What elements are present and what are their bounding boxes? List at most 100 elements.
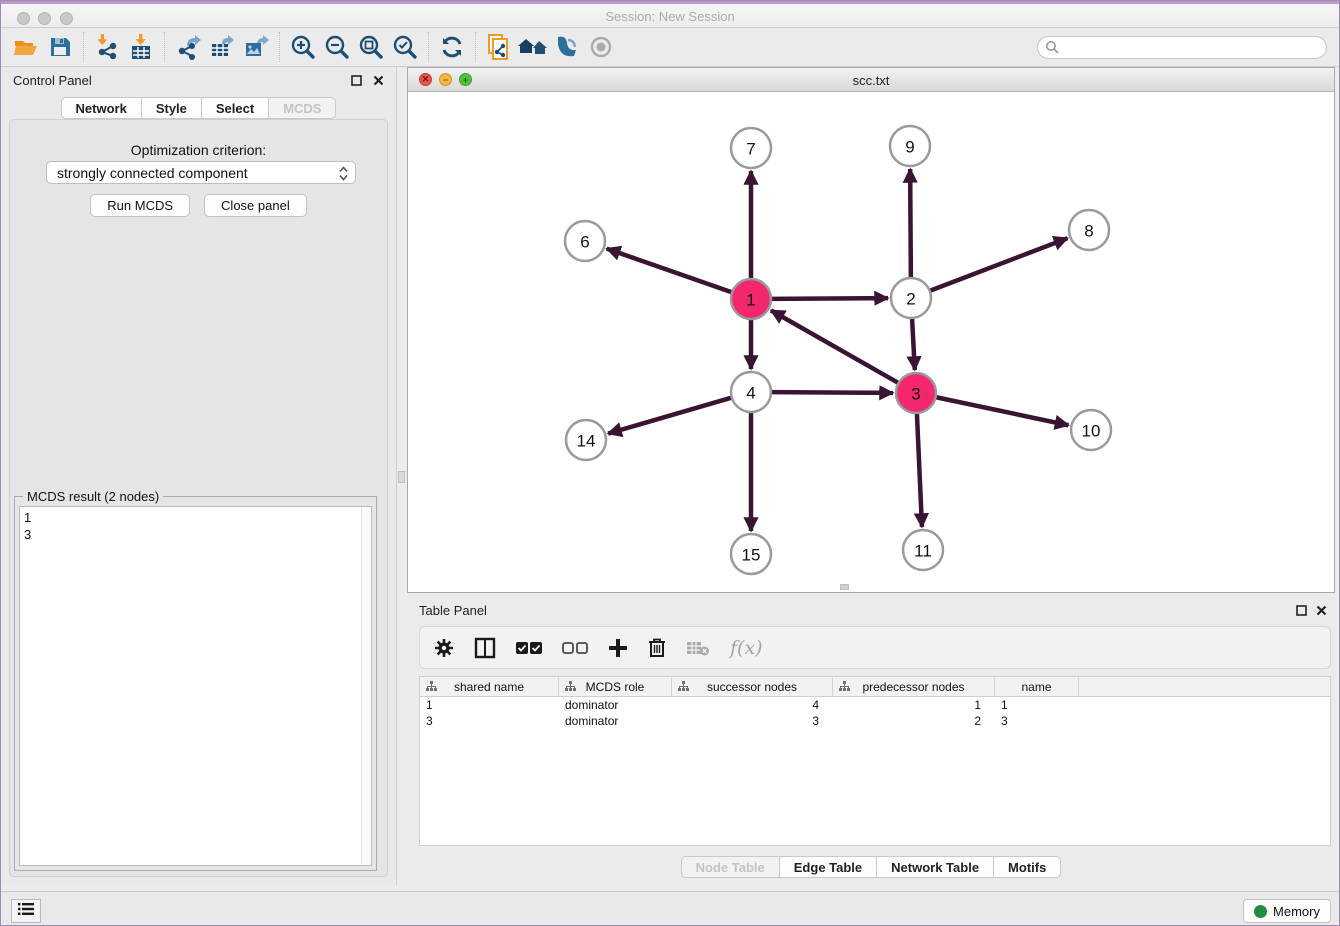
edge-2-3[interactable]	[912, 318, 915, 370]
edge-1-2[interactable]	[771, 298, 888, 299]
tab-network[interactable]: Network	[61, 97, 142, 119]
node-8[interactable]: 8	[1069, 210, 1109, 250]
criterion-select[interactable]: strongly connected component	[46, 161, 356, 184]
node-1[interactable]: 1	[731, 279, 771, 319]
node-9[interactable]: 9	[890, 126, 930, 166]
edge-2-8[interactable]	[930, 238, 1068, 291]
cell-shared-name[interactable]: 1	[420, 697, 559, 713]
network-hscroll-thumb[interactable]	[840, 584, 849, 590]
edge-1-6[interactable]	[607, 249, 732, 293]
status-bar: Memory	[1, 891, 1339, 926]
cell-name[interactable]: 1	[995, 697, 1079, 713]
control-panel-header: Control Panel	[1, 67, 396, 93]
network-window-titlebar[interactable]: ✕ − + scc.txt	[408, 68, 1334, 92]
edge-3-10[interactable]	[936, 397, 1069, 425]
eye-icon[interactable]	[584, 31, 618, 63]
mcds-result-text[interactable]: 1 3	[19, 506, 372, 866]
node-4[interactable]: 4	[731, 372, 771, 412]
tab-network-table[interactable]: Network Table	[877, 856, 994, 878]
column-label: shared name	[454, 680, 524, 694]
run-mcds-button[interactable]: Run MCDS	[90, 194, 190, 217]
splitter-grip-icon[interactable]	[398, 471, 405, 483]
cell-shared-name[interactable]: 3	[420, 713, 559, 729]
node-3[interactable]: 3	[896, 373, 936, 413]
node-15[interactable]: 15	[731, 534, 771, 574]
app-window: Session: New Session	[0, 0, 1340, 926]
column-header-predecessor-nodes[interactable]: predecessor nodes	[833, 677, 995, 696]
edge-3-11[interactable]	[917, 413, 922, 527]
memory-button[interactable]: Memory	[1243, 899, 1331, 923]
tab-select[interactable]: Select	[202, 97, 269, 119]
import-table-icon[interactable]	[124, 31, 158, 63]
tab-edge-table[interactable]: Edge Table	[780, 856, 877, 878]
titlebar[interactable]: Session: New Session	[1, 4, 1339, 28]
cell-successor-nodes[interactable]: 4	[672, 697, 833, 713]
zoom-selected-icon[interactable]	[388, 31, 422, 63]
export-table-icon[interactable]	[205, 31, 239, 63]
node-6[interactable]: 6	[565, 221, 605, 261]
edge-2-9[interactable]	[910, 169, 911, 278]
deselect-all-icon[interactable]	[562, 641, 588, 655]
export-network-icon[interactable]	[171, 31, 205, 63]
node-label: 8	[1084, 222, 1093, 241]
float-icon[interactable]	[348, 72, 364, 88]
columns-icon[interactable]	[474, 637, 496, 659]
result-scrollbar[interactable]	[361, 507, 371, 865]
cell-MCDS-role[interactable]: dominator	[559, 697, 672, 713]
tab-node-table[interactable]: Node Table	[681, 856, 780, 878]
node-label: 4	[746, 384, 755, 403]
node-14[interactable]: 14	[566, 420, 606, 460]
duplicate-network-icon[interactable]	[482, 31, 516, 63]
column-header-MCDS-role[interactable]: MCDS role	[559, 677, 672, 696]
edge-4-3[interactable]	[771, 392, 893, 393]
node-7[interactable]: 7	[731, 128, 771, 168]
save-icon[interactable]	[43, 31, 77, 63]
cell-MCDS-role[interactable]: dominator	[559, 713, 672, 729]
cell-successor-nodes[interactable]: 3	[672, 713, 833, 729]
export-image-icon[interactable]	[239, 31, 273, 63]
delete-icon[interactable]	[648, 637, 666, 658]
style-brush-icon[interactable]	[550, 31, 584, 63]
mcds-result-group: MCDS result (2 nodes) 1 3	[14, 496, 377, 871]
toolbar-separator	[428, 32, 429, 62]
control-panel: Control Panel NetworkStyleSelectMCDS Opt…	[1, 67, 397, 885]
close-icon[interactable]	[370, 72, 386, 88]
home-icon[interactable]	[516, 31, 550, 63]
zoom-out-icon[interactable]	[320, 31, 354, 63]
node-label: 9	[905, 138, 914, 157]
search-input[interactable]	[1037, 36, 1327, 59]
select-all-icon[interactable]	[516, 641, 542, 655]
add-column-icon[interactable]	[608, 638, 628, 658]
network-window-title: scc.txt	[408, 73, 1334, 88]
zoom-fit-icon[interactable]	[354, 31, 388, 63]
column-header-successor-nodes[interactable]: successor nodes	[672, 677, 833, 696]
cell-predecessor-nodes[interactable]: 2	[833, 713, 995, 729]
refresh-icon[interactable]	[435, 31, 469, 63]
cell-predecessor-nodes[interactable]: 1	[833, 697, 995, 713]
node-2[interactable]: 2	[891, 278, 931, 318]
float-icon[interactable]	[1293, 602, 1309, 618]
tab-mcds[interactable]: MCDS	[269, 97, 336, 119]
node-11[interactable]: 11	[903, 530, 943, 570]
node-10[interactable]: 10	[1071, 410, 1111, 450]
table-row[interactable]: 3dominator323	[420, 713, 1330, 729]
close-icon[interactable]	[1313, 602, 1329, 618]
gear-icon[interactable]	[434, 638, 454, 658]
column-header-name[interactable]: name	[995, 677, 1079, 696]
tab-style[interactable]: Style	[142, 97, 202, 119]
node-table[interactable]: shared name MCDS rolesuccessor nodesprede…	[419, 676, 1331, 846]
cell-name[interactable]: 3	[995, 713, 1079, 729]
table-row[interactable]: 1dominator411	[420, 697, 1330, 713]
tab-motifs[interactable]: Motifs	[994, 856, 1061, 878]
close-panel-button[interactable]: Close panel	[204, 194, 307, 217]
zoom-in-icon[interactable]	[286, 31, 320, 63]
column-header-shared-name[interactable]: shared name	[420, 677, 559, 696]
open-folder-icon[interactable]	[9, 31, 43, 63]
task-history-button[interactable]	[11, 899, 41, 923]
edge-3-1[interactable]	[771, 310, 899, 383]
table-panel: Table Panel	[407, 597, 1335, 891]
import-network-icon[interactable]	[90, 31, 124, 63]
edge-4-14[interactable]	[608, 398, 732, 434]
panel-splitter[interactable]	[397, 67, 407, 885]
network-canvas[interactable]: 7 9 6 8 1 2 4 3 14 10 15 11	[408, 92, 1334, 592]
